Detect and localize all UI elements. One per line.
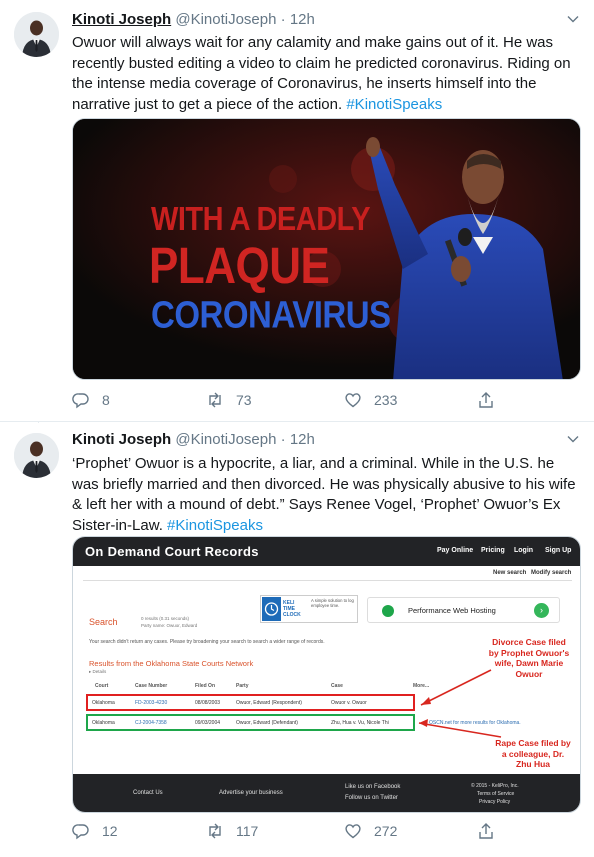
reply-icon bbox=[72, 393, 89, 409]
footer-privacy: Privacy Policy bbox=[479, 799, 511, 805]
reply-button[interactable]: 8 bbox=[72, 390, 110, 410]
chevron-down-icon[interactable] bbox=[566, 432, 580, 446]
tweet-header: Kinoti Joseph @KinotiJoseph · 12h bbox=[72, 430, 315, 450]
author-name[interactable]: Kinoti Joseph bbox=[72, 11, 171, 28]
retweet-button[interactable]: 117 bbox=[206, 821, 258, 841]
reply-icon bbox=[72, 824, 89, 840]
chevron-down-icon[interactable] bbox=[566, 12, 580, 26]
author-handle[interactable]: @KinotiJoseph bbox=[175, 11, 276, 28]
nav-login: Login bbox=[514, 547, 534, 554]
reply-count: 12 bbox=[102, 823, 118, 839]
footer-contact: Contact Us bbox=[133, 790, 163, 796]
annotation-divorce: Divorce Case filed by Prophet Owuor's wi… bbox=[488, 637, 570, 679]
ad-hosting-text: Performance Web Hosting bbox=[408, 606, 496, 615]
footer-twitter: Follow us on Twitter bbox=[345, 795, 398, 801]
ad-keli-brand: KELI TIME CLOCK bbox=[283, 600, 301, 618]
col-case-number: Case Number bbox=[135, 683, 168, 689]
tweet-body: Owuor will always wait for any calamity … bbox=[72, 34, 571, 113]
share-icon bbox=[479, 823, 493, 839]
ad-hosting: Performance Web Hosting › bbox=[367, 597, 560, 623]
nav-pricing: Pricing bbox=[481, 547, 505, 554]
annotation-rape: Rape Case filed by a colleague, Dr. Zhu … bbox=[495, 738, 571, 769]
tweet-text: ‘Prophet’ Owuor is a hypocrite, a liar, … bbox=[72, 454, 582, 536]
share-icon bbox=[479, 392, 493, 408]
col-filed-on: Filed On bbox=[195, 683, 215, 689]
tweet-image[interactable]: WITH A DEADLY PLAQUE CORONAVIRUS bbox=[72, 118, 581, 380]
poster-line-1: WITH A DEADLY bbox=[151, 201, 371, 238]
tweet[interactable]: Kinoti Joseph @KinotiJoseph · 12h ‘Proph… bbox=[0, 423, 594, 857]
tweet-image[interactable]: On Demand Court Records Pay Online Prici… bbox=[72, 536, 581, 813]
like-button[interactable]: 233 bbox=[344, 390, 397, 410]
nav-sign-up: Sign Up bbox=[545, 547, 572, 554]
reply-count: 8 bbox=[102, 392, 110, 408]
col-case: Case bbox=[331, 683, 343, 689]
court-records-footer: Contact Us Advertise your business Like … bbox=[73, 774, 580, 812]
footer-terms: Terms of Service bbox=[477, 791, 515, 797]
new-search-link: New search bbox=[493, 570, 527, 576]
tweet-actions: 12 117 272 bbox=[72, 821, 512, 841]
separator: · bbox=[280, 11, 286, 28]
like-count: 272 bbox=[374, 823, 398, 839]
poster-line-3: CORONAVIRUS bbox=[151, 293, 391, 336]
like-button[interactable]: 272 bbox=[344, 821, 397, 841]
court-records-brand: On Demand Court Records bbox=[85, 544, 259, 559]
ad-keli: KELI TIME CLOCK A simple solution to log… bbox=[260, 595, 358, 623]
avatar[interactable] bbox=[14, 12, 59, 57]
footer-advertise: Advertise your business bbox=[219, 790, 283, 796]
footer-facebook: Like us on Facebook bbox=[345, 784, 401, 790]
col-more: More... bbox=[413, 683, 430, 689]
hosting-logo-icon bbox=[382, 605, 394, 617]
details-toggle: ▸ Details bbox=[89, 669, 107, 674]
arrow-right-icon: › bbox=[534, 603, 549, 618]
author-name[interactable]: Kinoti Joseph bbox=[72, 431, 171, 448]
highlight-divorce-case bbox=[86, 694, 415, 711]
heart-icon bbox=[345, 393, 361, 408]
retweet-count: 117 bbox=[236, 823, 259, 839]
ad-keli-text: A simple solution to log employee time. bbox=[311, 598, 354, 608]
result-meta: 0 results (0.31 seconds) bbox=[141, 616, 190, 621]
retweet-button[interactable]: 73 bbox=[206, 390, 252, 410]
court-records-header: On Demand Court Records Pay Online Prici… bbox=[73, 537, 580, 566]
no-results-message: Your search didn't return any cases. Ple… bbox=[89, 639, 325, 645]
col-party: Party bbox=[236, 683, 249, 689]
col-court: Court bbox=[95, 683, 109, 689]
divider bbox=[83, 580, 572, 581]
hashtag-link[interactable]: #KinotiSpeaks bbox=[167, 517, 263, 534]
search-label: Search bbox=[89, 617, 118, 627]
author-handle[interactable]: @KinotiJoseph bbox=[175, 431, 276, 448]
clock-icon bbox=[262, 597, 281, 621]
tweet-text: Owuor will always wait for any calamity … bbox=[72, 33, 582, 115]
timestamp[interactable]: 12h bbox=[290, 431, 315, 448]
tweet-header: Kinoti Joseph @KinotiJoseph · 12h bbox=[72, 10, 315, 30]
oscn-note: OSCN.net for more results for Oklahoma. bbox=[429, 720, 521, 726]
retweet-icon bbox=[209, 823, 221, 839]
modify-search-link: Modify search bbox=[531, 570, 572, 576]
like-count: 233 bbox=[374, 392, 398, 408]
timestamp[interactable]: 12h bbox=[290, 11, 315, 28]
poster-line-2: PLAQUE bbox=[149, 238, 330, 295]
footer-copyright: © 2015 - KeliPro, Inc. bbox=[471, 783, 519, 789]
party-name: Party name: Owuor, Edward bbox=[141, 623, 198, 628]
retweet-count: 73 bbox=[236, 392, 252, 408]
results-heading: Results from the Oklahoma State Courts N… bbox=[89, 659, 254, 668]
heart-icon bbox=[345, 824, 361, 839]
tweet-body: ‘Prophet’ Owuor is a hypocrite, a liar, … bbox=[72, 455, 576, 534]
share-button[interactable] bbox=[477, 390, 507, 410]
hashtag-link[interactable]: #KinotiSpeaks bbox=[346, 96, 442, 113]
tweet-actions: 8 73 233 bbox=[72, 390, 512, 410]
tweet[interactable]: Kinoti Joseph @KinotiJoseph · 12h Owuor … bbox=[0, 0, 594, 422]
nav-pay-online: Pay Online bbox=[437, 547, 474, 554]
separator: · bbox=[280, 431, 286, 448]
avatar[interactable] bbox=[14, 433, 59, 478]
share-button[interactable] bbox=[477, 821, 507, 841]
retweet-icon bbox=[209, 392, 221, 408]
highlight-rape-case bbox=[86, 714, 415, 731]
reply-button[interactable]: 12 bbox=[72, 821, 118, 841]
